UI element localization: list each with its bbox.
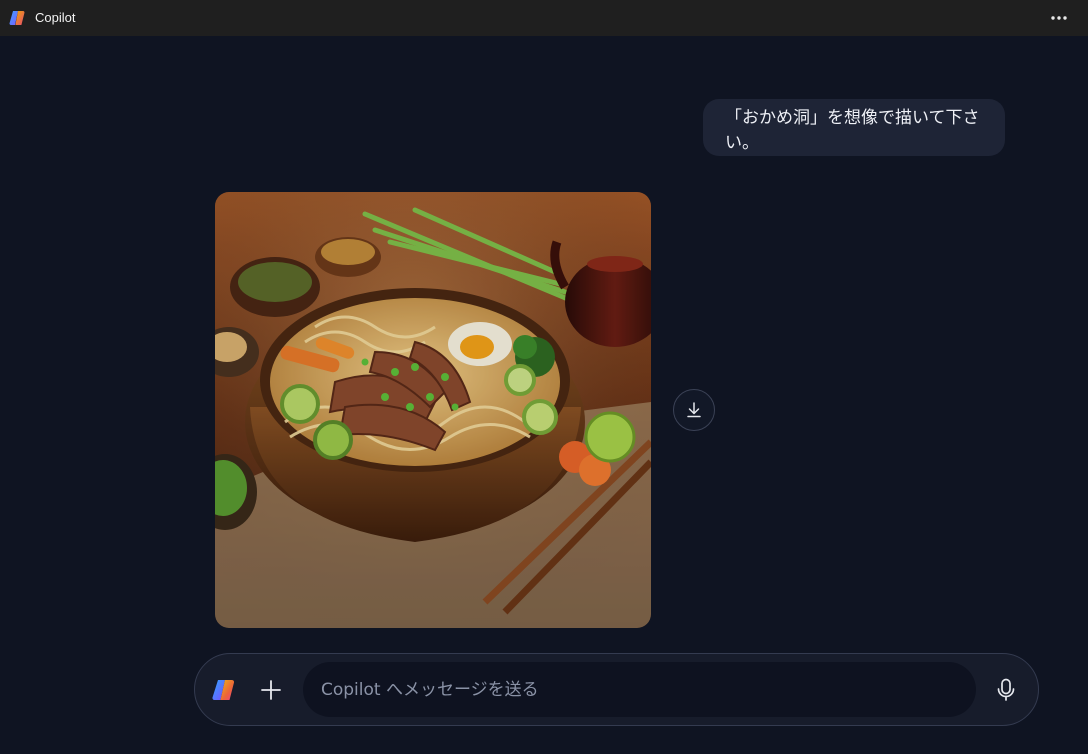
ramen-bowl-image <box>215 192 651 628</box>
chat-area: 「おかめ洞」を想像で描いて下さい。 <box>0 36 1088 754</box>
copilot-logo-icon <box>9 9 27 27</box>
generated-image[interactable] <box>215 192 651 628</box>
plus-icon <box>261 680 281 700</box>
message-input[interactable] <box>303 662 976 717</box>
download-icon <box>687 402 701 418</box>
copilot-logo-icon[interactable] <box>212 677 238 703</box>
message-composer <box>194 653 1039 726</box>
microphone-button[interactable] <box>992 676 1020 704</box>
more-horizontal-icon <box>1051 16 1067 20</box>
download-button[interactable] <box>673 389 715 431</box>
microphone-icon <box>997 678 1015 701</box>
user-message-bubble: 「おかめ洞」を想像で描いて下さい。 <box>703 99 1005 156</box>
more-options-button[interactable] <box>1048 8 1070 28</box>
add-attachment-button[interactable] <box>257 676 285 704</box>
app-title: Copilot <box>35 10 76 25</box>
user-message-text: 「おかめ洞」を想像で描いて下さい。 <box>725 107 980 153</box>
title-bar: Copilot <box>0 0 1088 36</box>
